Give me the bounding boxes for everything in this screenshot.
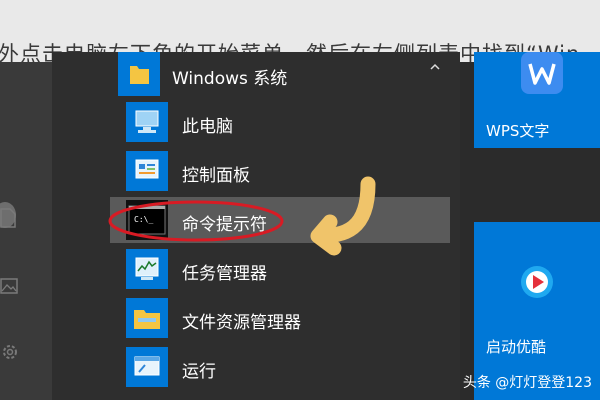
command-prompt-icon: C:\_ (126, 200, 168, 240)
menu-item-label: 任务管理器 (182, 264, 267, 284)
chevron-up-icon[interactable] (430, 62, 440, 72)
group-label: Windows 系统 (172, 69, 288, 89)
menu-item-label: 命令提示符 (182, 215, 267, 235)
menu-item-label: 此电脑 (182, 117, 233, 137)
tile-label: 启动优酷 (486, 338, 547, 356)
wps-writer-icon (521, 52, 563, 94)
menu-item-task-manager[interactable]: 任务管理器 (110, 246, 450, 292)
menu-item-this-pc[interactable]: 此电脑 (110, 99, 450, 145)
tiles-panel: WPS文字 启动优酷 (474, 52, 600, 400)
start-left-rail (0, 62, 52, 400)
pictures-icon[interactable] (0, 278, 20, 300)
folder-icon (118, 52, 160, 96)
computer-icon (126, 102, 168, 142)
task-manager-icon (126, 249, 168, 289)
watermark: 头条 @灯灯登登123 (462, 375, 592, 391)
menu-item-label: 运行 (182, 362, 216, 382)
document-icon[interactable] (0, 208, 20, 230)
settings-gear-icon[interactable] (0, 342, 20, 364)
menu-item-file-explorer[interactable]: 文件资源管理器 (110, 295, 450, 341)
menu-item-label: 文件资源管理器 (182, 313, 301, 333)
menu-item-label: 控制面板 (182, 166, 250, 186)
menu-item-run[interactable]: 运行 (110, 344, 450, 390)
svg-text:C:\_: C:\_ (134, 215, 153, 224)
tile-label: WPS文字 (486, 122, 550, 140)
youku-icon (521, 266, 553, 298)
tile-wps-writer[interactable]: WPS文字 (474, 52, 600, 148)
control-panel-icon (126, 151, 168, 191)
menu-item-command-prompt[interactable]: C:\_ 命令提示符 (110, 197, 450, 243)
file-explorer-icon (126, 298, 168, 338)
group-windows-system[interactable]: Windows 系统 (118, 52, 454, 96)
run-icon (126, 347, 168, 387)
menu-item-control-panel[interactable]: 控制面板 (110, 148, 450, 194)
